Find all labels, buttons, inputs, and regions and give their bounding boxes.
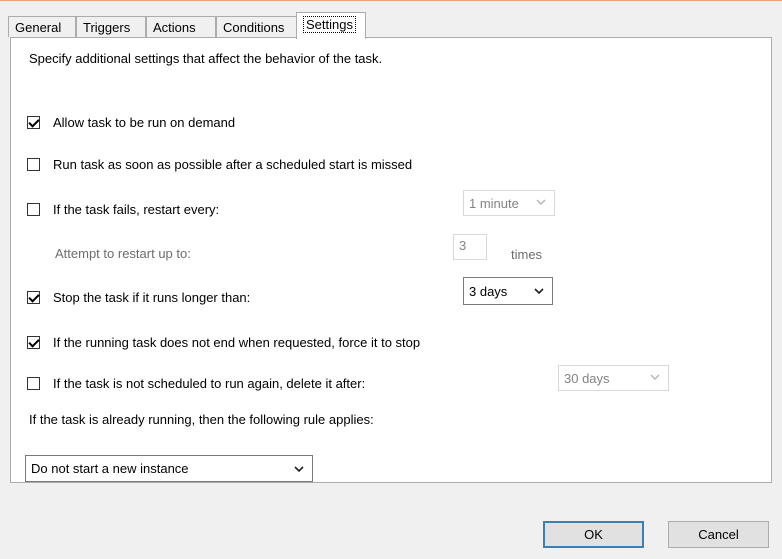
chevron-down-icon — [294, 464, 304, 474]
tab-label: Actions — [153, 20, 196, 35]
stop-if-longer-checkbox[interactable] — [27, 291, 40, 304]
allow-on-demand-checkbox[interactable] — [27, 116, 40, 129]
stop-duration-dropdown[interactable]: 3 days — [463, 277, 553, 305]
tab-label: Conditions — [223, 20, 285, 35]
delete-after-option[interactable]: If the task is not scheduled to run agai… — [27, 376, 365, 391]
delete-after-value: 30 days — [564, 370, 610, 386]
running-rule-value: Do not start a new instance — [31, 461, 189, 476]
tab-settings[interactable]: Settings — [296, 12, 366, 39]
delete-after-label: If the task is not scheduled to run agai… — [53, 376, 366, 391]
settings-panel: Specify additional settings that affect … — [10, 37, 772, 483]
run-missed-option[interactable]: Run task as soon as possible after a sch… — [27, 157, 412, 172]
chevron-down-icon — [650, 372, 660, 382]
restart-on-fail-option[interactable]: If the task fails, restart every: — [27, 202, 219, 217]
delete-after-dropdown[interactable]: 30 days — [558, 365, 669, 391]
window-top-border — [0, 0, 782, 1]
cancel-button[interactable]: Cancel — [668, 521, 769, 548]
restart-on-fail-label: If the task fails, restart every: — [53, 202, 220, 217]
delete-after-checkbox[interactable] — [27, 377, 40, 390]
run-missed-checkbox[interactable] — [27, 158, 40, 171]
run-missed-label: Run task as soon as possible after a sch… — [53, 157, 413, 172]
tab-triggers[interactable]: Triggers — [76, 16, 146, 37]
stop-duration-value: 3 days — [469, 283, 508, 299]
allow-on-demand-label: Allow task to be run on demand — [53, 115, 236, 130]
chevron-down-icon — [534, 286, 544, 296]
tab-label: Triggers — [83, 20, 131, 35]
restart-on-fail-checkbox[interactable] — [27, 203, 40, 216]
force-stop-checkbox[interactable] — [27, 336, 40, 349]
restart-interval-value: 1 minute — [469, 195, 519, 211]
tab-actions[interactable]: Actions — [146, 16, 216, 37]
force-stop-option[interactable]: If the running task does not end when re… — [27, 335, 420, 350]
tab-general[interactable]: General — [8, 16, 76, 37]
panel-description: Specify additional settings that affect … — [29, 51, 383, 66]
stop-if-longer-label: Stop the task if it runs longer than: — [53, 290, 251, 305]
tab-conditions[interactable]: Conditions — [216, 16, 304, 37]
restart-attempts-unit: times — [511, 247, 543, 262]
stop-if-longer-option[interactable]: Stop the task if it runs longer than: — [27, 290, 250, 305]
restart-attempts-input[interactable]: 3 — [453, 234, 487, 260]
running-rule-dropdown[interactable]: Do not start a new instance — [25, 455, 313, 482]
tab-label: Settings — [303, 16, 356, 33]
force-stop-label: If the running task does not end when re… — [53, 335, 421, 350]
allow-on-demand-option[interactable]: Allow task to be run on demand — [27, 115, 235, 130]
restart-attempts-label: Attempt to restart up to: — [55, 246, 191, 261]
running-rule-label: If the task is already running, then the… — [29, 412, 374, 427]
restart-interval-dropdown[interactable]: 1 minute — [463, 190, 555, 216]
tab-label: General — [15, 20, 62, 35]
ok-button[interactable]: OK — [543, 521, 644, 548]
chevron-down-icon — [536, 197, 546, 207]
